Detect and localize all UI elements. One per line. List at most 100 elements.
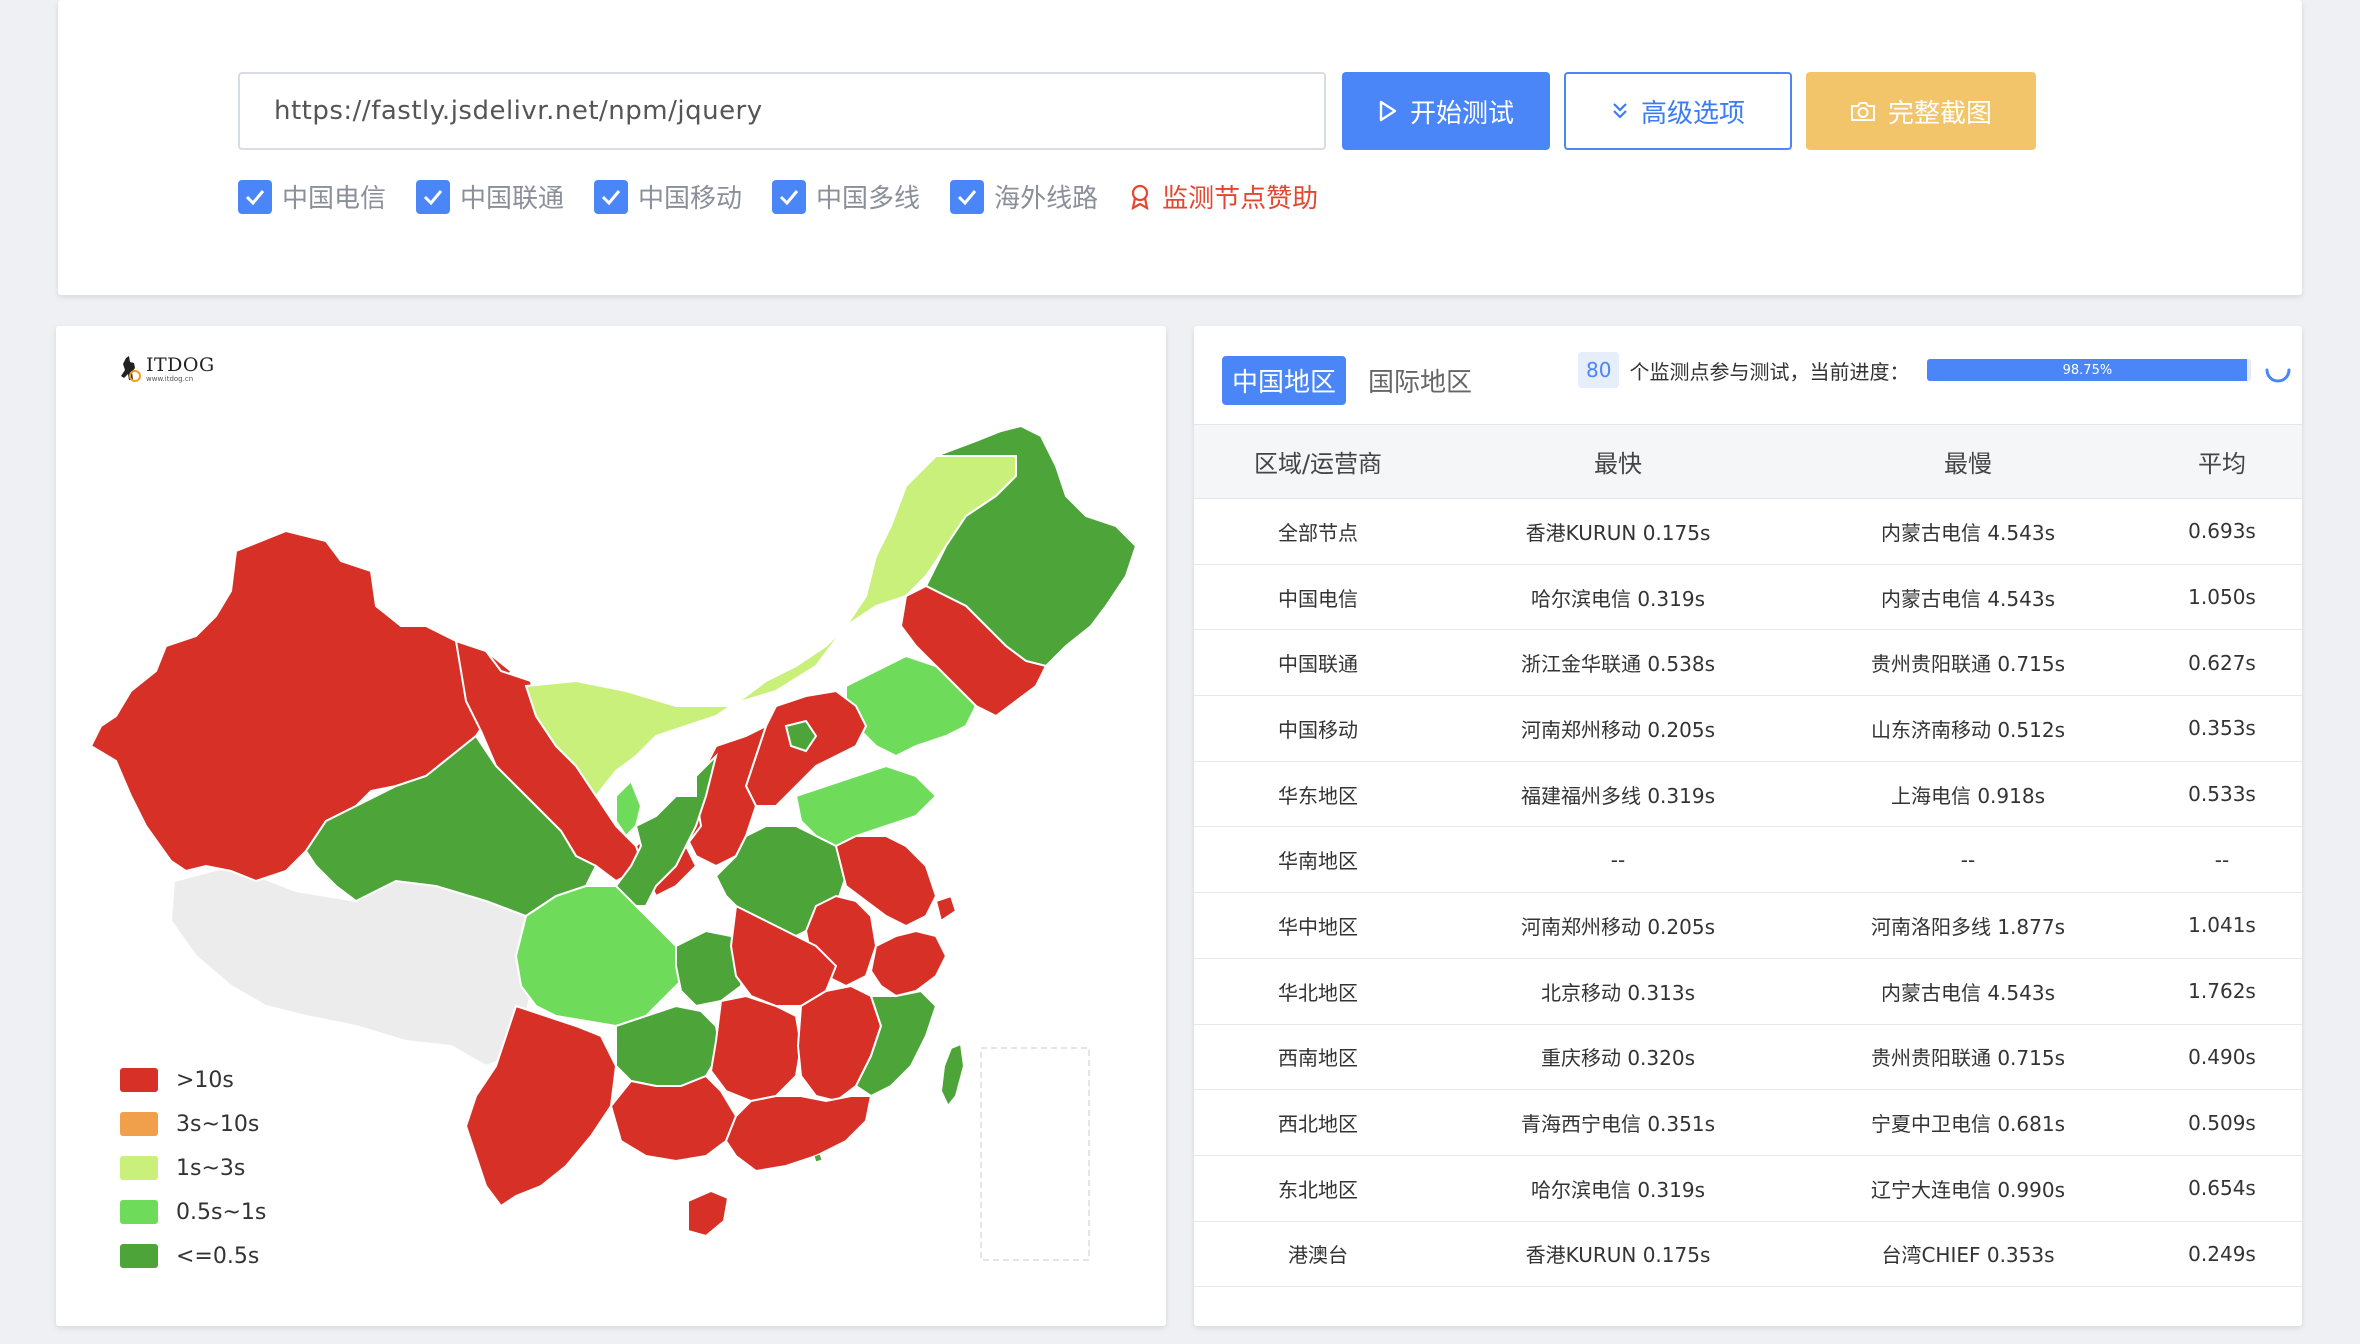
column-header-average[interactable]: 平均 <box>2142 424 2302 499</box>
table-row: 港澳台 香港KURUN 0.175s 台湾CHIEF 0.353s 0.249s <box>1194 1221 2302 1288</box>
cell-fastest: 重庆移动 0.320s <box>1442 1024 1794 1091</box>
cell-average: 1.762s <box>2142 958 2302 1025</box>
legend-item: 3s~10s <box>120 1102 266 1146</box>
table-row: 西北地区 青海西宁电信 0.351s 宁夏中卫电信 0.681s 0.509s <box>1194 1089 2302 1156</box>
carrier-checkbox-mobile[interactable]: 中国移动 <box>594 178 742 215</box>
carrier-checkbox-telecom[interactable]: 中国电信 <box>238 178 386 215</box>
table-row: 中国移动 河南郑州移动 0.205s 山东济南移动 0.512s 0.353s <box>1194 695 2302 762</box>
legend-swatch-red <box>120 1068 158 1092</box>
legend-item: 1s~3s <box>120 1146 266 1190</box>
progress-bar: 98.75% <box>1927 359 2252 381</box>
start-test-button[interactable]: 开始测试 <box>1342 72 1550 150</box>
south-china-sea-inset <box>980 1047 1090 1261</box>
carrier-filter-group: 中国电信 中国联通 中国移动 中国多线 海外线路 监测节点赞助 <box>238 178 1318 215</box>
node-sponsor-link[interactable]: 监测节点赞助 <box>1130 178 1318 215</box>
table-row: 华南地区 -- -- -- <box>1194 826 2302 894</box>
cell-average: 0.533s <box>2142 761 2302 828</box>
cell-fastest: 哈尔滨电信 0.319s <box>1442 1155 1794 1222</box>
cell-fastest: 北京移动 0.313s <box>1442 958 1794 1025</box>
cell-fastest: 河南郑州移动 0.205s <box>1442 695 1794 762</box>
full-screenshot-button[interactable]: 完整截图 <box>1806 72 2036 150</box>
cell-slowest: -- <box>1794 826 2142 894</box>
cell-average: -- <box>2142 826 2302 894</box>
cell-slowest: 山东济南移动 0.512s <box>1794 695 2142 762</box>
legend-label: <=0.5s <box>176 1243 260 1269</box>
legend-label: 1s~3s <box>176 1155 246 1181</box>
tab-international[interactable]: 国际地区 <box>1358 356 1482 405</box>
cell-fastest: 哈尔滨电信 0.319s <box>1442 564 1794 631</box>
carrier-label: 中国联通 <box>460 184 565 214</box>
legend-swatch-green <box>120 1200 158 1224</box>
table-row: 华中地区 河南郑州移动 0.205s 河南洛阳多线 1.877s 1.041s <box>1194 892 2302 959</box>
cell-region: 华中地区 <box>1194 892 1442 959</box>
award-ribbon-icon <box>1131 184 1149 210</box>
legend-item: <=0.5s <box>120 1234 266 1278</box>
region-hunan <box>709 994 803 1103</box>
latency-map-panel: ITDOG www.itdog.cn >10s 3s~10s 1s~3s 0.5… <box>56 326 1166 1326</box>
region-taiwan <box>939 1042 966 1108</box>
cell-slowest: 内蒙古电信 4.543s <box>1794 498 2142 565</box>
region-shanghai <box>934 894 958 923</box>
progress-label: 个监测点参与测试，当前进度： <box>1629 359 1910 384</box>
region-guangdong <box>724 1095 873 1173</box>
camera-icon <box>1850 102 1875 121</box>
cell-slowest: 辽宁大连电信 0.990s <box>1794 1155 2142 1222</box>
table-header-row: 区域/运营商 最快 最慢 平均 <box>1194 424 2302 499</box>
table-row: 华北地区 北京移动 0.313s 内蒙古电信 4.543s 1.762s <box>1194 958 2302 1025</box>
table-row: 中国电信 哈尔滨电信 0.319s 内蒙古电信 4.543s 1.050s <box>1194 564 2302 631</box>
carrier-checkbox-overseas[interactable]: 海外线路 <box>950 178 1098 215</box>
cell-average: 0.490s <box>2142 1024 2302 1091</box>
legend-label: >10s <box>176 1067 234 1093</box>
column-header-slowest[interactable]: 最慢 <box>1794 424 2142 499</box>
cell-slowest: 河南洛阳多线 1.877s <box>1794 892 2142 959</box>
cell-slowest: 贵州贵阳联通 0.715s <box>1794 629 2142 697</box>
carrier-label: 海外线路 <box>994 184 1099 214</box>
cell-region: 西南地区 <box>1194 1024 1442 1091</box>
carrier-checkbox-unicom[interactable]: 中国联通 <box>416 178 564 215</box>
cell-slowest: 内蒙古电信 4.543s <box>1794 564 2142 631</box>
legend-label: 3s~10s <box>176 1111 260 1137</box>
table-row: 西南地区 重庆移动 0.320s 贵州贵阳联通 0.715s 0.490s <box>1194 1024 2302 1091</box>
start-test-label: 开始测试 <box>1409 98 1514 129</box>
carrier-label: 中国移动 <box>638 184 743 214</box>
itdog-logo: ITDOG www.itdog.cn <box>118 354 215 384</box>
cell-region: 中国联通 <box>1194 629 1442 697</box>
test-progress: 80 个监测点参与测试，当前进度： 98.75% <box>1578 352 2293 388</box>
cell-average: 0.654s <box>2142 1155 2302 1222</box>
cell-average: 1.041s <box>2142 892 2302 959</box>
cell-fastest: 河南郑州移动 0.205s <box>1442 892 1794 959</box>
cell-slowest: 宁夏中卫电信 0.681s <box>1794 1089 2142 1156</box>
cell-region: 华南地区 <box>1194 826 1442 894</box>
cell-slowest: 贵州贵阳联通 0.715s <box>1794 1024 2142 1091</box>
table-row: 全部节点 香港KURUN 0.175s 内蒙古电信 4.543s 0.693s <box>1194 498 2302 565</box>
cell-average: 1.050s <box>2142 564 2302 631</box>
tab-china[interactable]: 中国地区 <box>1222 356 1347 405</box>
advanced-options-label: 高级选项 <box>1640 98 1745 129</box>
cell-slowest: 台湾CHIEF 0.353s <box>1794 1221 2142 1288</box>
checkbox-checked-icon <box>416 179 451 214</box>
map-legend: >10s 3s~10s 1s~3s 0.5s~1s <=0.5s <box>120 1058 266 1278</box>
column-header-region[interactable]: 区域/运营商 <box>1194 424 1442 499</box>
play-icon <box>1379 100 1397 122</box>
carrier-checkbox-multiline[interactable]: 中国多线 <box>772 178 920 215</box>
carrier-label: 中国多线 <box>816 184 921 214</box>
node-count-badge: 80 <box>1578 352 1620 388</box>
legend-item: >10s <box>120 1058 266 1102</box>
legend-swatch-darkgreen <box>120 1244 158 1268</box>
column-header-fastest[interactable]: 最快 <box>1442 424 1794 499</box>
checkbox-checked-icon <box>594 179 629 214</box>
cell-fastest: 香港KURUN 0.175s <box>1442 1221 1794 1288</box>
loading-spinner-icon <box>2265 368 2291 383</box>
cell-fastest: 香港KURUN 0.175s <box>1442 498 1794 565</box>
table-row: 华东地区 福建福州多线 0.319s 上海电信 0.918s 0.533s <box>1194 761 2302 828</box>
cell-average: 0.627s <box>2142 629 2302 697</box>
cell-average: 0.353s <box>2142 695 2302 762</box>
carrier-label: 中国电信 <box>282 184 387 214</box>
region-tabs: 中国地区 国际地区 <box>1222 356 1482 405</box>
cell-fastest: 青海西宁电信 0.351s <box>1442 1089 1794 1156</box>
full-screenshot-label: 完整截图 <box>1887 98 1992 129</box>
cell-region: 中国移动 <box>1194 695 1442 762</box>
url-input[interactable] <box>238 72 1326 150</box>
region-hainan <box>687 1189 730 1238</box>
advanced-options-button[interactable]: 高级选项 <box>1564 72 1792 150</box>
